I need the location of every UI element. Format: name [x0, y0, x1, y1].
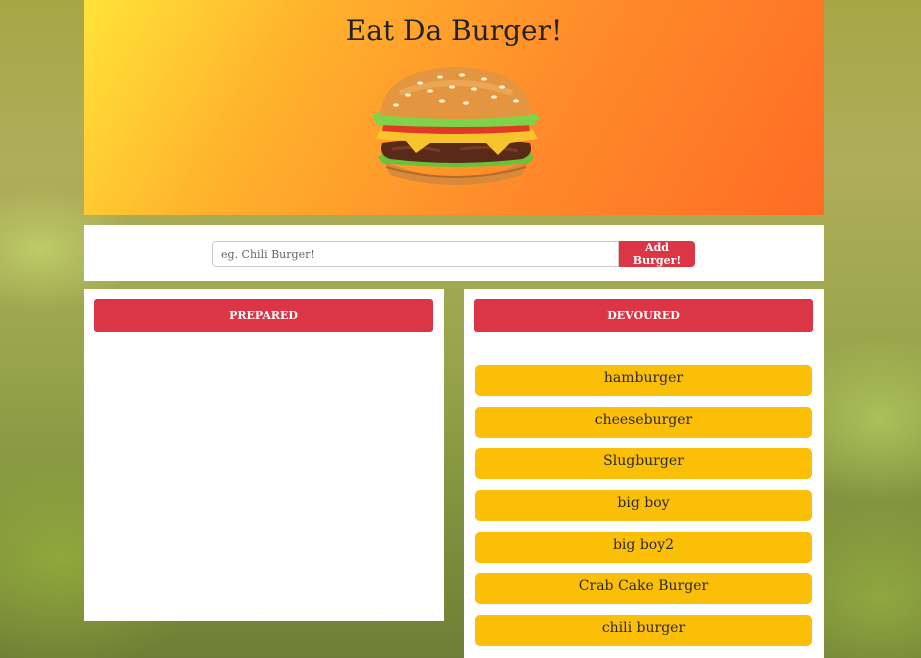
devoured-panel: DEVOURED hamburger cheeseburger Slugburger… [464, 289, 824, 658]
jumbotron-header: Eat Da Burger! [84, 0, 824, 215]
add-burger-button[interactable]: Add Burger! [619, 241, 695, 267]
burger-item[interactable]: big boy [475, 490, 812, 522]
devoured-list: hamburger cheeseburger Slugburger big boy bi… [475, 365, 812, 657]
burger-item[interactable]: Slugburger [475, 448, 812, 480]
prepared-heading: PREPARED [94, 299, 433, 332]
page-title: Eat Da Burger! [345, 14, 563, 47]
add-burger-form: Add Burger! [84, 225, 824, 281]
burger-item[interactable]: Crab Cake Burger [475, 573, 812, 605]
devoured-heading: DEVOURED [474, 299, 813, 332]
burger-item[interactable]: cheeseburger [475, 406, 812, 438]
burger-image [372, 67, 540, 185]
burger-item[interactable]: chili burger [475, 615, 812, 647]
burger-name-input[interactable] [212, 241, 619, 267]
burger-item[interactable]: hamburger [475, 365, 812, 396]
prepared-panel: PREPARED [84, 289, 444, 621]
burger-item[interactable]: big boy2 [475, 531, 812, 563]
